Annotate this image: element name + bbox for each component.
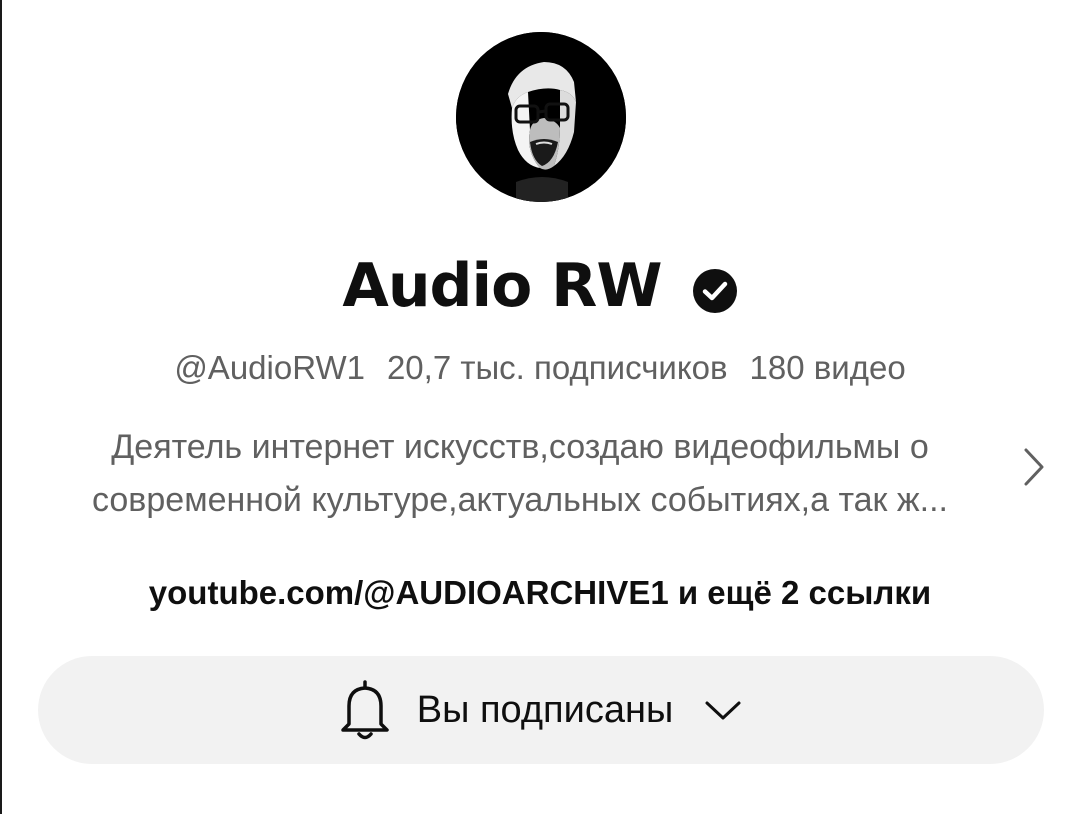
chevron-down-icon xyxy=(705,701,741,720)
subscriber-count: 20,7 тыс. подписчиков xyxy=(386,349,728,386)
channel-links[interactable]: youtube.com/@AUDIOARCHIVE1 и ещё 2 ссылк… xyxy=(0,570,1080,616)
channel-name: Audio RW xyxy=(342,251,662,321)
verified-check-icon xyxy=(692,269,737,313)
channel-handle: @AudioRW1 xyxy=(174,349,365,386)
bell-icon xyxy=(341,680,389,740)
avatar-image xyxy=(456,32,626,202)
chevron-right-icon[interactable] xyxy=(1018,444,1048,490)
video-count: 180 видео xyxy=(749,349,906,386)
channel-title-row: Audio RW xyxy=(0,248,1080,324)
subscribed-button[interactable]: Вы подписаны xyxy=(38,656,1044,764)
channel-description[interactable]: Деятель интернет искусств,создаю видеофи… xyxy=(40,418,1000,530)
channel-meta: @AudioRW1 20,7 тыс. подписчиков 180 виде… xyxy=(0,346,1080,390)
window-edge xyxy=(0,0,2,814)
description-text: Деятель интернет искусств,создаю видеофи… xyxy=(92,428,948,519)
subscribed-label: Вы подписаны xyxy=(416,688,674,731)
avatar[interactable] xyxy=(456,32,626,202)
